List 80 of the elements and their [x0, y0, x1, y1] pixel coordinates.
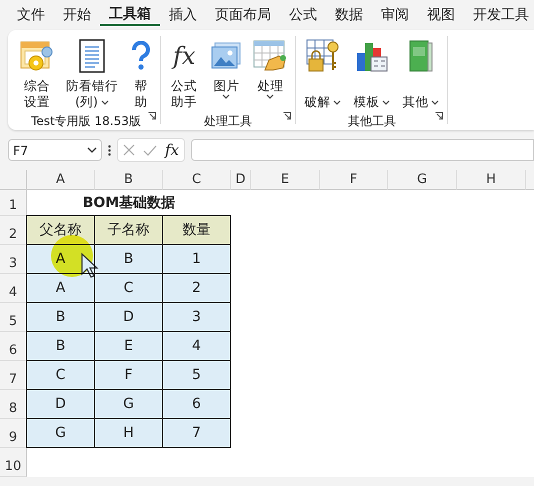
table-cell: 6 — [162, 389, 231, 419]
row-header[interactable]: 1 — [0, 190, 27, 216]
table-cell: H — [94, 418, 163, 448]
menu-tab[interactable]: 文件 — [8, 3, 54, 27]
column-header[interactable]: F — [320, 170, 388, 190]
table-cell: B — [26, 302, 95, 332]
insert-function-button[interactable]: fx — [165, 141, 180, 159]
lock-key-icon — [306, 39, 340, 73]
table-cell: G — [26, 418, 95, 448]
menu-tab[interactable]: 页面布局 — [206, 3, 280, 27]
dialog-launcher-icon[interactable] — [435, 112, 444, 120]
dialog-launcher-icon[interactable] — [283, 112, 292, 120]
document-icon — [79, 39, 105, 73]
formula-input[interactable] — [191, 139, 534, 161]
book-icon — [408, 39, 434, 73]
ribbon-button[interactable]: 破解 — [300, 36, 346, 112]
table-cell: C — [94, 273, 163, 303]
column-header[interactable]: A — [27, 170, 95, 190]
name-box[interactable]: F7 — [8, 139, 102, 161]
column-header[interactable]: B — [95, 170, 163, 190]
row-header[interactable]: 4 — [0, 274, 27, 303]
table-cell: D — [26, 389, 95, 419]
table-cell: F — [94, 360, 163, 390]
ribbon-button[interactable]: 处理 — [249, 36, 292, 112]
table-cell: B — [26, 331, 95, 361]
settings-icon — [20, 40, 54, 72]
table-cell: 1 — [162, 244, 231, 274]
row-header[interactable]: 10 — [0, 448, 27, 477]
table-cell: 7 — [162, 418, 231, 448]
column-header[interactable]: E — [251, 170, 320, 190]
table-cell: 4 — [162, 331, 231, 361]
column-header[interactable]: H — [457, 170, 526, 190]
table-cell: 3 — [162, 302, 231, 332]
help-icon — [130, 41, 152, 71]
column-header[interactable]: C — [163, 170, 231, 190]
table-cell: A — [26, 273, 95, 303]
menu-tab[interactable]: 插入 — [160, 3, 206, 27]
menu-tab[interactable]: 数据 — [326, 3, 372, 27]
ribbon-button[interactable]: 帮 助 — [126, 36, 156, 112]
row-header[interactable]: 6 — [0, 332, 27, 361]
menu-tab[interactable]: 视图 — [418, 3, 464, 27]
menu-tab[interactable]: 开始 — [54, 3, 100, 27]
table-cell: 2 — [162, 273, 231, 303]
group-label: 处理工具 — [203, 113, 254, 130]
row-header[interactable]: 7 — [0, 361, 27, 390]
check-icon[interactable] — [143, 144, 157, 156]
menu-tab[interactable]: 开发工具 — [464, 3, 534, 27]
row-header[interactable]: 5 — [0, 303, 27, 332]
group-label: Test专用版 18.53版 — [30, 113, 142, 130]
table-title: BOM基础数据 — [82, 194, 176, 213]
more-icon[interactable] — [108, 144, 111, 156]
column-header[interactable]: D — [231, 170, 251, 190]
menu-tab[interactable]: 审阅 — [372, 3, 418, 27]
function-icon: fx — [169, 39, 200, 73]
table-hand-icon — [253, 40, 288, 72]
row-header[interactable]: 3 — [0, 245, 27, 274]
table-cell: E — [94, 331, 163, 361]
table-cell: B — [94, 244, 163, 274]
column-header[interactable]: G — [388, 170, 457, 190]
table-cell: C — [26, 360, 95, 390]
ribbon-button[interactable]: 模板 — [349, 36, 394, 112]
table-cell: G — [94, 389, 163, 419]
ribbon-button[interactable]: fx 公式 助手 — [165, 36, 204, 112]
ribbon-button[interactable]: 防看错行 (列) — [62, 36, 122, 112]
ribbon-button[interactable]: 综合 设置 — [16, 36, 58, 112]
menu-tab[interactable]: 公式 — [280, 3, 326, 27]
row-header[interactable]: 8 — [0, 390, 27, 419]
dialog-launcher-icon[interactable] — [148, 112, 156, 120]
group-label: 其他工具 — [346, 113, 397, 130]
menu-tab[interactable]: 工具箱 — [100, 4, 160, 26]
ribbon-button[interactable]: 图片 — [207, 36, 246, 112]
chevron-down-icon[interactable] — [87, 147, 97, 153]
column-heading: 数量 — [162, 215, 231, 245]
row-header[interactable]: 2 — [0, 216, 27, 245]
table-cell: D — [94, 302, 163, 332]
ribbon-button[interactable]: 其他 — [398, 36, 444, 112]
table-cell: 5 — [162, 360, 231, 390]
column-heading: 子名称 — [94, 215, 163, 245]
row-header[interactable]: 9 — [0, 419, 27, 448]
image-icon — [211, 42, 242, 70]
